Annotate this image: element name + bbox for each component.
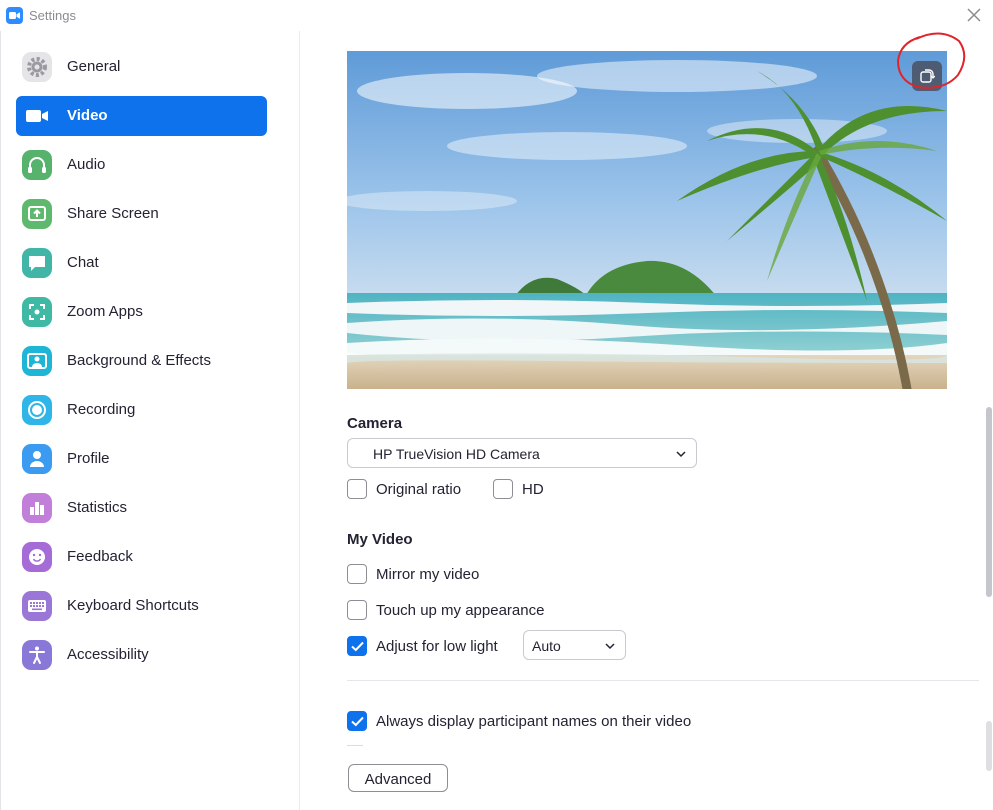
camera-select-value: HP TrueVision HD Camera bbox=[373, 446, 540, 462]
sidebar-item-statistics[interactable]: Statistics bbox=[16, 488, 267, 528]
record-icon bbox=[22, 395, 52, 425]
sidebar-item-share-screen[interactable]: Share Screen bbox=[16, 194, 267, 234]
sidebar-item-label: Share Screen bbox=[67, 205, 159, 222]
mirror-video-label: Mirror my video bbox=[376, 566, 480, 583]
share-screen-icon bbox=[22, 199, 52, 229]
zoom-logo-icon bbox=[6, 7, 23, 24]
keyboard-icon bbox=[22, 591, 52, 621]
sidebar-item-label: Statistics bbox=[67, 499, 128, 516]
scrollbar[interactable] bbox=[986, 407, 992, 597]
sidebar-item-label: Audio bbox=[67, 156, 106, 173]
hd-label: HD bbox=[522, 481, 544, 498]
headphones-icon bbox=[22, 150, 52, 180]
low-light-mode-value: Auto bbox=[532, 638, 561, 654]
sidebar-item-label: Feedback bbox=[67, 548, 133, 565]
profile-person-icon bbox=[22, 444, 52, 474]
sidebar-item-video[interactable]: Video bbox=[16, 96, 267, 136]
camera-select[interactable]: HP TrueVision HD Camera bbox=[347, 438, 697, 468]
sidebar-item-label: Chat bbox=[67, 254, 99, 271]
mirror-video-checkbox[interactable] bbox=[347, 564, 367, 584]
low-light-checkbox[interactable] bbox=[347, 636, 367, 656]
settings-sidebar: General Video Audio Share Screen Chat Zo… bbox=[1, 31, 300, 810]
partially-hidden-option bbox=[347, 745, 363, 746]
background-person-icon bbox=[22, 346, 52, 376]
sidebar-item-label: Zoom Apps bbox=[67, 303, 143, 320]
sidebar-item-feedback[interactable]: Feedback bbox=[16, 537, 267, 577]
sidebar-item-label: Profile bbox=[67, 450, 110, 467]
camera-preview bbox=[347, 51, 947, 389]
sidebar-item-zoom-apps[interactable]: Zoom Apps bbox=[16, 292, 267, 332]
hd-checkbox[interactable] bbox=[493, 479, 513, 499]
camera-section-title: Camera bbox=[347, 415, 403, 432]
low-light-label: Adjust for low light bbox=[376, 638, 498, 655]
checkmark-icon bbox=[351, 641, 364, 652]
video-camera-icon bbox=[22, 101, 52, 131]
sidebar-item-chat[interactable]: Chat bbox=[16, 243, 267, 283]
chat-bubble-icon bbox=[22, 248, 52, 278]
display-names-checkbox[interactable] bbox=[347, 711, 367, 731]
low-light-mode-select[interactable]: Auto bbox=[523, 630, 626, 660]
close-icon[interactable] bbox=[962, 4, 986, 26]
advanced-button-label: Advanced bbox=[364, 771, 432, 788]
section-divider bbox=[347, 680, 979, 681]
display-names-label: Always display participant names on thei… bbox=[376, 713, 692, 730]
title-bar: Settings bbox=[0, 0, 993, 31]
gear-icon bbox=[22, 52, 52, 82]
window-title: Settings bbox=[29, 8, 76, 23]
sidebar-item-background-effects[interactable]: Background & Effects bbox=[16, 341, 267, 381]
smiley-icon bbox=[22, 542, 52, 572]
sidebar-item-label: Keyboard Shortcuts bbox=[67, 597, 199, 614]
sidebar-item-label: Recording bbox=[67, 401, 136, 418]
red-annotation-circle bbox=[896, 32, 966, 89]
sidebar-item-recording[interactable]: Recording bbox=[16, 390, 267, 430]
my-video-section-title: My Video bbox=[347, 531, 413, 548]
checkmark-icon bbox=[351, 716, 364, 727]
sidebar-item-label: General bbox=[67, 58, 121, 75]
touch-up-label: Touch up my appearance bbox=[376, 602, 545, 619]
sidebar-item-keyboard-shortcuts[interactable]: Keyboard Shortcuts bbox=[16, 586, 267, 626]
scrollbar-track-lower bbox=[986, 721, 992, 771]
zoom-apps-icon bbox=[22, 297, 52, 327]
accessibility-icon bbox=[22, 640, 52, 670]
sidebar-item-label: Accessibility bbox=[67, 646, 149, 663]
sidebar-item-audio[interactable]: Audio bbox=[16, 145, 267, 185]
beach-preview-image bbox=[347, 51, 947, 389]
touch-up-checkbox[interactable] bbox=[347, 600, 367, 620]
sidebar-item-label: Background & Effects bbox=[67, 352, 211, 369]
sidebar-item-accessibility[interactable]: Accessibility bbox=[16, 635, 267, 675]
sidebar-item-label: Video bbox=[67, 107, 108, 124]
chevron-down-icon bbox=[605, 643, 615, 650]
chevron-down-icon bbox=[676, 451, 686, 458]
sidebar-item-general[interactable]: General bbox=[16, 47, 267, 87]
original-ratio-checkbox[interactable] bbox=[347, 479, 367, 499]
sidebar-item-profile[interactable]: Profile bbox=[16, 439, 267, 479]
bar-chart-icon bbox=[22, 493, 52, 523]
advanced-button[interactable]: Advanced bbox=[348, 764, 448, 792]
original-ratio-label: Original ratio bbox=[376, 481, 462, 498]
video-settings-panel: Camera HP TrueVision HD Camera Original … bbox=[301, 31, 993, 810]
